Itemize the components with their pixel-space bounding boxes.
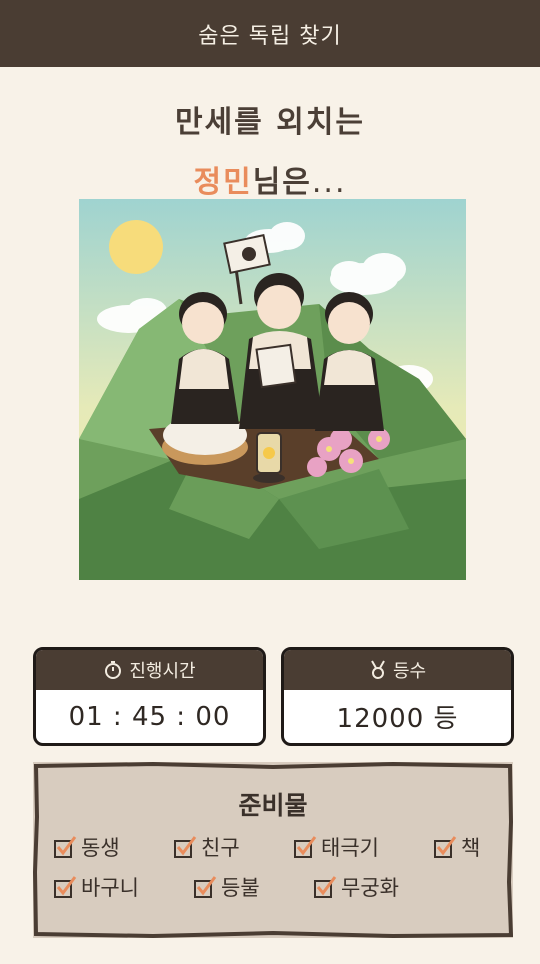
elapsed-time-card: 진행시간 01 : 45 : 00 — [33, 647, 266, 746]
rank-card: 등수 12000 등 — [281, 647, 514, 746]
headline-suffix: 님은 — [252, 165, 312, 200]
headline-line1: 만세를 외치는 — [174, 105, 366, 140]
rank-label: 등수 — [392, 661, 427, 682]
supply-item-book: 책 — [433, 832, 480, 862]
checkbox-checked-icon — [294, 836, 317, 858]
checkbox-checked-icon — [54, 836, 77, 858]
supply-item-sibling: 동생 — [53, 832, 120, 862]
elapsed-time-value: 01 : 45 : 00 — [68, 701, 231, 732]
headline-line2: 정민님은... — [0, 157, 540, 201]
checkbox-checked-icon — [314, 876, 337, 898]
supply-item-lantern: 등불 — [193, 872, 260, 902]
supplies-title: 준비물 — [238, 791, 308, 820]
supply-item-label: 태극기 — [321, 836, 379, 860]
rank-header: 등수 — [284, 650, 511, 690]
checkbox-checked-icon — [54, 876, 77, 898]
medal-icon — [371, 660, 385, 679]
supply-item-label: 바구니 — [81, 876, 139, 900]
illustration-independence-movement — [79, 199, 466, 580]
app-header: 숨은 독립 찾기 — [0, 0, 540, 67]
elapsed-time-header: 진행시간 — [36, 650, 263, 690]
headline-dots: ... — [311, 165, 347, 200]
checkbox-checked-icon — [174, 836, 197, 858]
header-title: 숨은 독립 찾기 — [198, 23, 342, 49]
supply-item-mugunghwa: 무궁화 — [313, 872, 399, 902]
supply-item-friend: 친구 — [173, 832, 240, 862]
supply-item-label: 책 — [461, 836, 481, 860]
supplies-panel: 준비물 동생 친구 태극기 책 바구니 등불 무궁화 — [33, 762, 513, 938]
rank-value: 12000 등 — [336, 704, 459, 734]
checkbox-checked-icon — [194, 876, 217, 898]
user-name: 정민 — [193, 165, 253, 200]
supply-item-label: 친구 — [201, 836, 240, 860]
stopwatch-icon — [105, 661, 122, 679]
supply-item-taegukgi: 태극기 — [293, 832, 379, 862]
supply-item-basket: 바구니 — [53, 872, 139, 902]
supply-item-label: 무궁화 — [341, 876, 399, 900]
supply-item-label: 등불 — [221, 876, 260, 900]
elapsed-time-label: 진행시간 — [129, 661, 196, 682]
supply-item-label: 동생 — [81, 836, 120, 860]
checkbox-checked-icon — [434, 836, 457, 858]
sun-icon — [109, 220, 163, 274]
